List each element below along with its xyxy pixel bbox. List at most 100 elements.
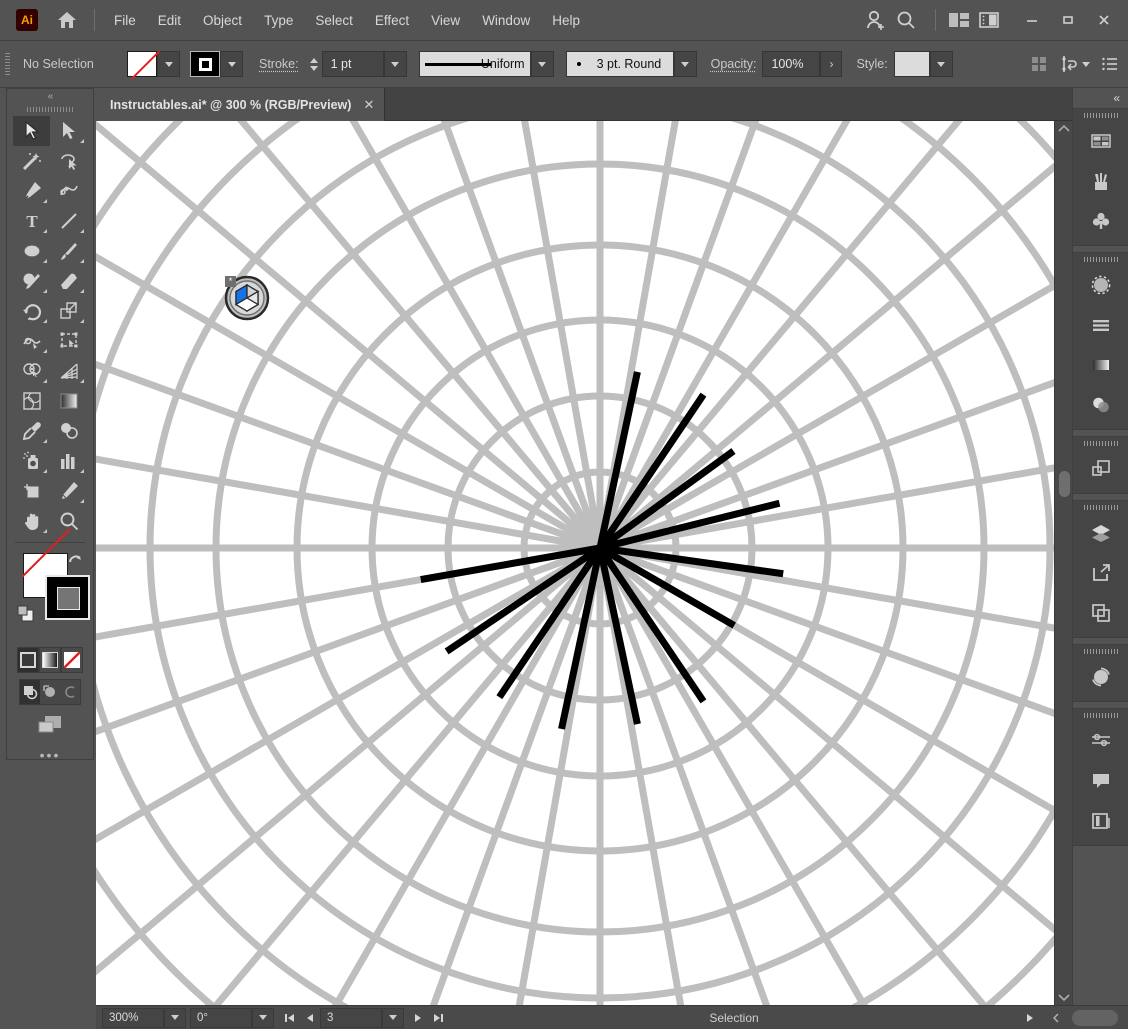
workspace-switcher-icon[interactable]	[974, 6, 1004, 34]
rotation-input[interactable]: 0°	[190, 1008, 252, 1028]
brush-definition-select[interactable]: 3 pt. Round	[566, 51, 674, 77]
stroke-weight-stepper[interactable]	[307, 51, 321, 77]
eyedropper-tool[interactable]	[13, 416, 50, 446]
horizontal-scroll-thumb[interactable]	[1072, 1010, 1118, 1026]
eraser-tool[interactable]	[50, 266, 87, 296]
stroke-profile-dropdown-button[interactable]	[531, 51, 554, 77]
first-artboard-button[interactable]	[280, 1008, 300, 1028]
stroke-swatch[interactable]	[190, 51, 220, 77]
column-graph-tool[interactable]	[50, 446, 87, 476]
zoom-level-input[interactable]: 300%	[102, 1008, 164, 1028]
pathfinder-panel-icon[interactable]	[1073, 449, 1128, 489]
zoom-level-dropdown[interactable]	[164, 1008, 186, 1028]
scroll-down-button[interactable]	[1055, 989, 1073, 1005]
graphic-style-swatch[interactable]	[894, 51, 930, 77]
vertical-scroll-thumb[interactable]	[1059, 471, 1070, 497]
rotate-tool[interactable]	[13, 296, 50, 326]
transparency-panel-icon[interactable]	[1073, 385, 1128, 425]
change-screen-mode-button[interactable]	[7, 705, 93, 743]
artboard-tool[interactable]	[13, 476, 50, 506]
menu-item-file[interactable]: File	[103, 9, 147, 32]
swap-fill-stroke-icon[interactable]	[67, 551, 83, 567]
comments-panel-icon[interactable]	[1073, 761, 1128, 801]
free-transform-tool[interactable]	[50, 326, 87, 356]
pen-tool[interactable]	[13, 176, 50, 206]
shaper-tool[interactable]	[13, 266, 50, 296]
direct-selection-tool[interactable]	[50, 116, 87, 146]
artboard-canvas[interactable]: *	[96, 121, 1054, 1005]
previous-artboard-button[interactable]	[300, 1008, 320, 1028]
stroke-profile-select[interactable]: Uniform	[419, 51, 531, 77]
scroll-up-button[interactable]	[1055, 121, 1072, 137]
last-artboard-button[interactable]	[428, 1008, 448, 1028]
stroke-label[interactable]: Stroke:	[259, 57, 299, 71]
minimize-button[interactable]	[1014, 6, 1050, 34]
opacity-label[interactable]: Opacity:	[711, 57, 757, 71]
status-text[interactable]: Selection	[448, 1011, 1020, 1025]
dock-group-grip[interactable]	[1073, 501, 1128, 513]
menu-item-help[interactable]: Help	[541, 9, 591, 32]
menu-item-edit[interactable]: Edit	[147, 9, 192, 32]
perspective-grid-tool[interactable]	[50, 356, 87, 386]
hand-tool[interactable]	[13, 506, 50, 536]
artboard-number-input[interactable]: 3	[320, 1008, 382, 1028]
none-mode-button[interactable]	[61, 647, 83, 673]
status-play-button[interactable]	[1020, 1008, 1040, 1028]
ellipse-tool[interactable]	[13, 236, 50, 266]
dock-group-grip[interactable]	[1073, 437, 1128, 449]
curvature-tool[interactable]	[50, 176, 87, 206]
next-artboard-button[interactable]	[408, 1008, 428, 1028]
rotation-dropdown[interactable]	[252, 1008, 274, 1028]
document-tab[interactable]: Instructables.ai* @ 300 % (RGB/Preview) …	[96, 88, 385, 121]
canvas-vertical-scrollbar[interactable]	[1054, 121, 1072, 1005]
arrange-documents-icon[interactable]	[944, 6, 974, 34]
mesh-tool[interactable]	[13, 386, 50, 416]
brush-definition-dropdown-button[interactable]	[674, 51, 697, 77]
draw-normal-button[interactable]	[20, 680, 40, 704]
brushes-panel-icon[interactable]	[1073, 161, 1128, 201]
shape-builder-tool[interactable]	[13, 356, 50, 386]
stroke-weight-input[interactable]: 1 pt	[322, 51, 384, 77]
menu-item-window[interactable]: Window	[471, 9, 541, 32]
3d-perspective-widget[interactable]: *	[220, 271, 270, 321]
libraries-panel-icon[interactable]	[1073, 801, 1128, 841]
fill-dropdown-button[interactable]	[157, 51, 180, 77]
dock-group-grip[interactable]	[1073, 109, 1128, 121]
menu-item-object[interactable]: Object	[192, 9, 253, 32]
asset-export-panel-icon[interactable]	[1073, 553, 1128, 593]
stroke-weight-dropdown-button[interactable]	[384, 51, 407, 77]
slice-tool[interactable]	[50, 476, 87, 506]
line-segment-tool[interactable]	[50, 206, 87, 236]
width-tool[interactable]	[13, 326, 50, 356]
maximize-button[interactable]	[1050, 6, 1086, 34]
more-tools-button[interactable]: •••	[7, 743, 93, 767]
close-button[interactable]	[1086, 6, 1122, 34]
control-bar-grip[interactable]	[5, 53, 10, 75]
default-fill-stroke-icon[interactable]	[17, 605, 35, 623]
stroke-panel-icon[interactable]	[1073, 265, 1128, 305]
color-mode-button[interactable]	[17, 647, 39, 673]
scale-tool[interactable]	[50, 296, 87, 326]
symbol-sprayer-tool[interactable]	[13, 446, 50, 476]
selection-tool[interactable]	[13, 116, 50, 146]
image-trace-panel-icon[interactable]	[1073, 721, 1128, 761]
type-tool[interactable]: T	[13, 206, 50, 236]
layers-panel-icon[interactable]	[1073, 513, 1128, 553]
opacity-options-button[interactable]: ›	[820, 51, 842, 77]
draw-behind-button[interactable]	[40, 680, 60, 704]
menu-item-select[interactable]: Select	[304, 9, 364, 32]
fill-swatch[interactable]	[127, 51, 157, 77]
color-guide-panel-icon[interactable]	[1073, 657, 1128, 697]
artboard-dropdown[interactable]	[382, 1008, 404, 1028]
tools-panel-collapse[interactable]: «	[7, 89, 93, 103]
stroke-color-swatch[interactable]	[45, 575, 90, 620]
home-icon[interactable]	[54, 7, 80, 33]
stroke-dropdown-button[interactable]	[220, 51, 243, 77]
opacity-input[interactable]: 100%	[762, 51, 820, 77]
dock-group-grip[interactable]	[1073, 709, 1128, 721]
dock-group-grip[interactable]	[1073, 253, 1128, 265]
menu-item-type[interactable]: Type	[253, 9, 304, 32]
close-icon[interactable]: ✕	[363, 97, 374, 113]
search-icon[interactable]	[891, 6, 921, 34]
gradient-tool[interactable]	[50, 386, 87, 416]
